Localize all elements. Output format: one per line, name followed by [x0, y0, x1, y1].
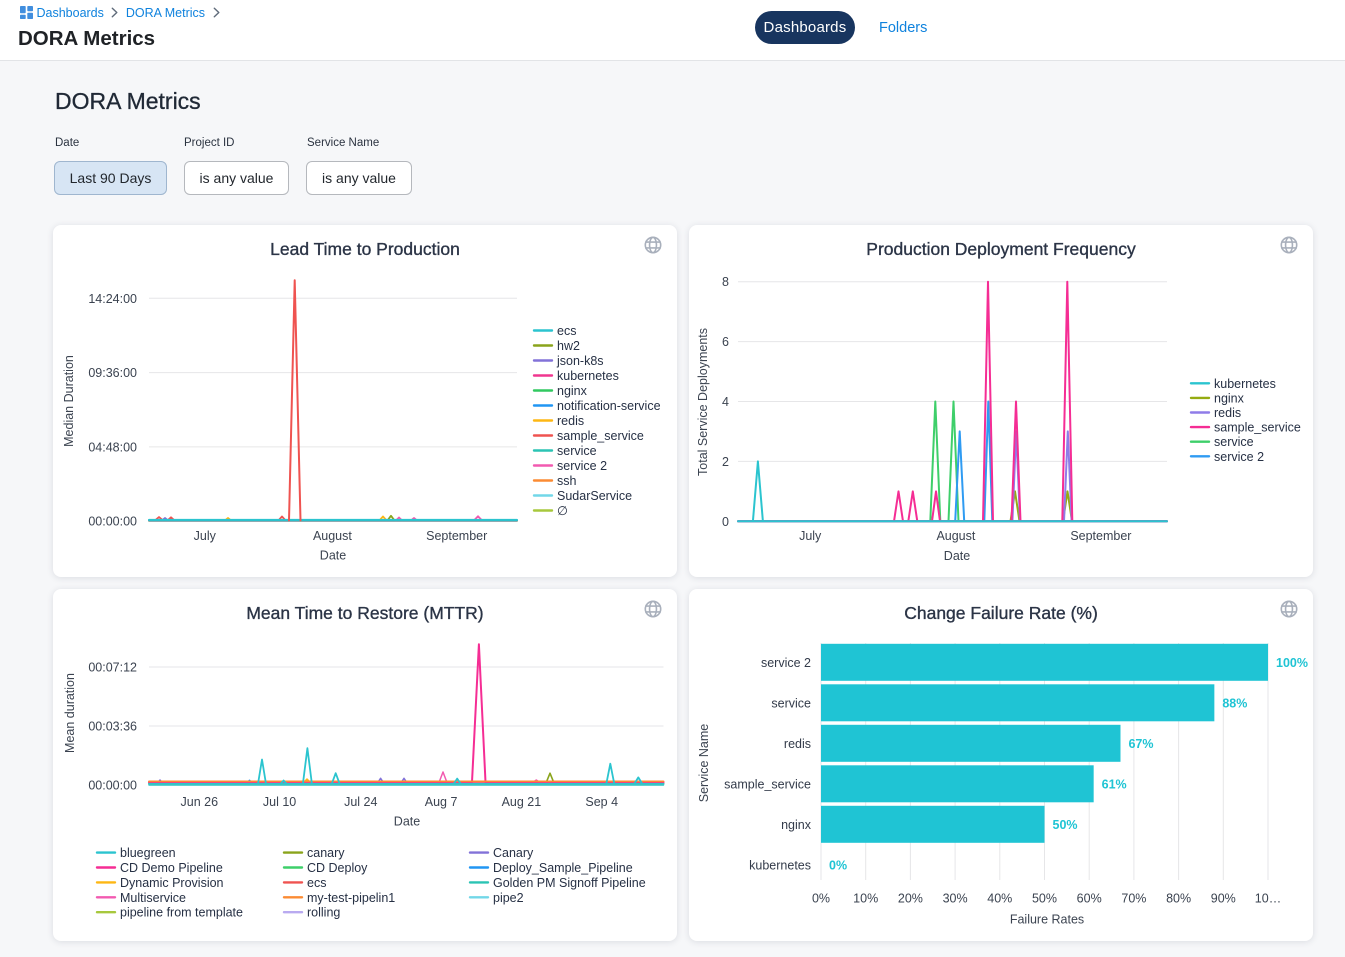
svg-text:Production Deployment Frequenc: Production Deployment Frequency	[866, 239, 1136, 259]
svg-text:Jul 10: Jul 10	[263, 795, 296, 809]
svg-text:sample_service: sample_service	[1214, 421, 1301, 435]
svg-text:80%: 80%	[1166, 892, 1191, 906]
svg-text:88%: 88%	[1222, 696, 1247, 710]
svg-text:CD Demo Pipeline: CD Demo Pipeline	[120, 861, 223, 875]
svg-text:61%: 61%	[1102, 777, 1127, 791]
svg-text:Total Service Deployments: Total Service Deployments	[696, 328, 710, 476]
svg-text:Failure Rates: Failure Rates	[1010, 913, 1084, 927]
svg-text:6: 6	[722, 335, 729, 349]
svg-text:notification-service: notification-service	[557, 399, 661, 413]
svg-text:Service Name: Service Name	[697, 724, 711, 803]
svg-text:kubernetes: kubernetes	[557, 369, 619, 383]
svg-text:00:03:36: 00:03:36	[88, 720, 137, 734]
svg-text:8: 8	[722, 275, 729, 289]
svg-text:sample_service: sample_service	[557, 429, 644, 443]
svg-text:Median Duration: Median Duration	[62, 355, 76, 447]
svg-text:100%: 100%	[1276, 656, 1308, 670]
svg-text:rolling: rolling	[307, 906, 340, 920]
svg-text:July: July	[194, 529, 217, 543]
svg-text:ecs: ecs	[307, 876, 326, 890]
svg-text:50%: 50%	[1053, 818, 1078, 832]
svg-text:ssh: ssh	[557, 474, 577, 488]
svg-text:nginx: nginx	[781, 818, 812, 832]
svg-text:Date: Date	[394, 815, 420, 829]
svg-text:August: August	[936, 529, 975, 543]
svg-text:Deploy_Sample_Pipeline: Deploy_Sample_Pipeline	[493, 861, 633, 875]
svg-text:Dynamic Provision: Dynamic Provision	[120, 876, 224, 890]
svg-text:67%: 67%	[1128, 737, 1153, 751]
svg-text:service: service	[557, 444, 597, 458]
svg-text:ecs: ecs	[557, 324, 576, 338]
svg-text:0%: 0%	[829, 858, 847, 872]
svg-text:90%: 90%	[1211, 892, 1236, 906]
svg-text:service 2: service 2	[1214, 450, 1264, 464]
svg-text:10…: 10…	[1255, 892, 1281, 906]
svg-text:bluegreen: bluegreen	[120, 846, 176, 860]
svg-text:2: 2	[722, 455, 729, 469]
svg-text:pipe2: pipe2	[493, 891, 524, 905]
svg-text:service 2: service 2	[761, 656, 811, 670]
svg-text:4: 4	[722, 395, 729, 409]
svg-text:CD Deploy: CD Deploy	[307, 861, 368, 875]
svg-text:July: July	[799, 529, 822, 543]
svg-text:∅: ∅	[557, 504, 568, 518]
svg-text:Aug 7: Aug 7	[425, 795, 458, 809]
svg-text:SudarService: SudarService	[557, 489, 632, 503]
svg-text:Lead Time to Production: Lead Time to Production	[270, 239, 460, 259]
svg-text:Mean Time to Restore (MTTR): Mean Time to Restore (MTTR)	[246, 603, 483, 623]
svg-text:my-test-pipelin1: my-test-pipelin1	[307, 891, 395, 905]
svg-text:0: 0	[722, 515, 729, 529]
svg-text:service 2: service 2	[557, 459, 607, 473]
svg-text:redis: redis	[557, 414, 584, 428]
svg-text:00:00:00: 00:00:00	[88, 779, 137, 793]
svg-text:hw2: hw2	[557, 339, 580, 353]
svg-text:September: September	[426, 529, 487, 543]
svg-text:pipeline from template: pipeline from template	[120, 906, 243, 920]
svg-text:service: service	[771, 696, 811, 710]
svg-text:00:00:00: 00:00:00	[88, 515, 137, 529]
svg-text:canary: canary	[307, 846, 345, 860]
svg-text:redis: redis	[784, 737, 811, 751]
svg-text:Date: Date	[944, 549, 970, 563]
svg-text:service: service	[1214, 435, 1254, 449]
svg-text:json-k8s: json-k8s	[556, 354, 604, 368]
svg-text:30%: 30%	[943, 892, 968, 906]
svg-text:Canary: Canary	[493, 846, 534, 860]
svg-text:70%: 70%	[1121, 892, 1146, 906]
svg-text:20%: 20%	[898, 892, 923, 906]
svg-text:04:48:00: 04:48:00	[88, 440, 137, 454]
svg-text:10%: 10%	[853, 892, 878, 906]
svg-text:sample_service: sample_service	[724, 777, 811, 791]
svg-text:14:24:00: 14:24:00	[88, 292, 137, 306]
svg-text:00:07:12: 00:07:12	[88, 661, 137, 675]
svg-text:09:36:00: 09:36:00	[88, 366, 137, 380]
svg-text:Golden PM Signoff Pipeline: Golden PM Signoff Pipeline	[493, 876, 646, 890]
svg-text:kubernetes: kubernetes	[1214, 377, 1276, 391]
svg-text:50%: 50%	[1032, 892, 1057, 906]
svg-text:40%: 40%	[987, 892, 1012, 906]
svg-text:September: September	[1070, 529, 1131, 543]
svg-text:60%: 60%	[1077, 892, 1102, 906]
svg-text:August: August	[313, 529, 352, 543]
svg-text:Mean duration: Mean duration	[63, 673, 77, 753]
svg-text:Jun 26: Jun 26	[181, 795, 219, 809]
svg-text:kubernetes: kubernetes	[749, 858, 811, 872]
svg-text:Jul 24: Jul 24	[344, 795, 377, 809]
svg-text:Sep 4: Sep 4	[585, 795, 618, 809]
svg-text:redis: redis	[1214, 406, 1241, 420]
svg-text:nginx: nginx	[557, 384, 588, 398]
svg-text:nginx: nginx	[1214, 391, 1245, 405]
svg-text:0%: 0%	[812, 892, 830, 906]
svg-text:Multiservice: Multiservice	[120, 891, 186, 905]
svg-text:Change Failure Rate (%): Change Failure Rate (%)	[904, 603, 1098, 623]
svg-text:Date: Date	[320, 549, 346, 563]
svg-text:Aug 21: Aug 21	[502, 795, 542, 809]
